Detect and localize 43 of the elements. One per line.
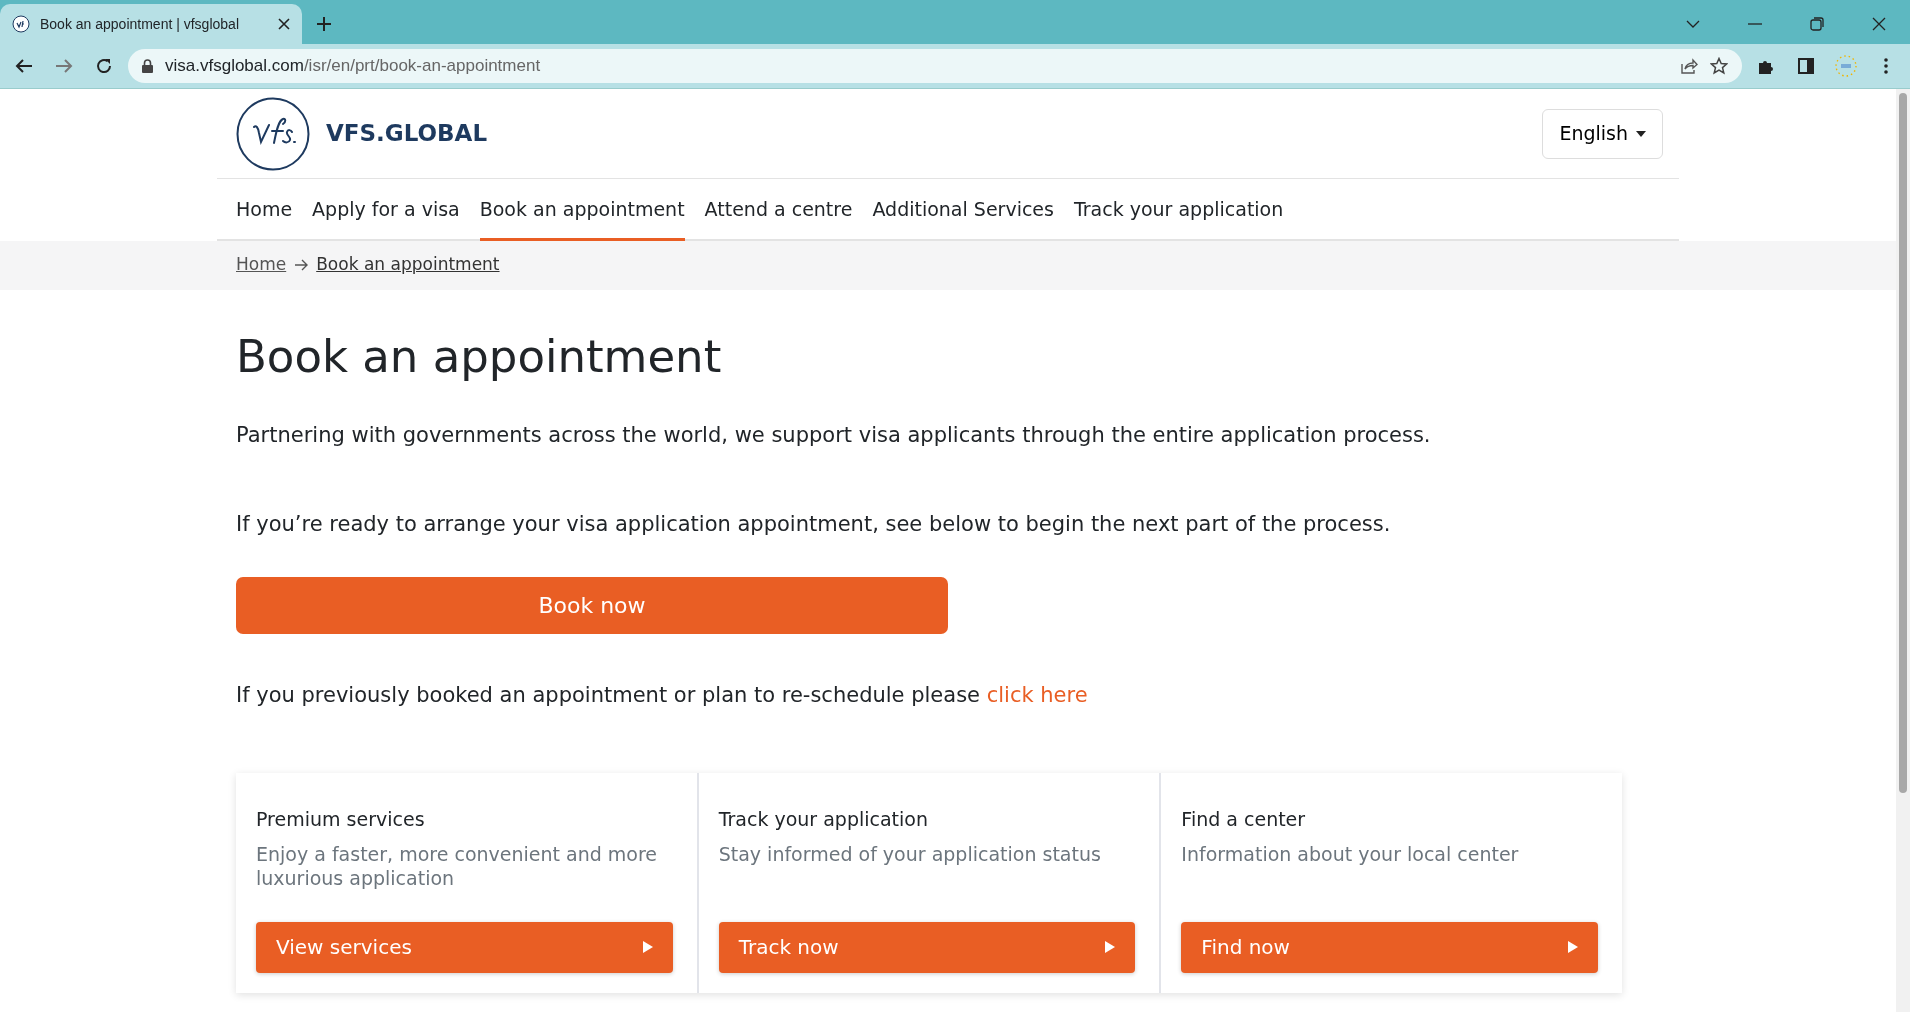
nav-link[interactable]: Additional Services	[872, 179, 1054, 241]
caret-down-icon	[1636, 130, 1646, 137]
side-panel-icon[interactable]	[1797, 57, 1815, 75]
reload-icon[interactable]	[95, 57, 113, 75]
lock-icon	[142, 59, 153, 73]
tab-title: Book an appointment | vfsglobal	[40, 14, 240, 34]
card-description: Enjoy a faster, more convenient and more luxurious application	[256, 841, 659, 892]
card-title: Find a center	[1181, 807, 1307, 832]
nav-link[interactable]: Track your application	[1073, 179, 1284, 241]
nav-link[interactable]: Home	[236, 179, 293, 241]
logo-text: VFS.GLOBAL	[326, 119, 488, 149]
language-dropdown[interactable]: English	[1542, 108, 1663, 159]
arrow-right-icon	[294, 259, 309, 271]
scrollbar[interactable]	[1896, 89, 1910, 1012]
url-text: visa.vfsglobal.com/isr/en/prt/book-an-appointment	[165, 55, 542, 78]
card-title: Premium services	[256, 807, 426, 832]
close-icon[interactable]	[278, 18, 290, 30]
lead-text: If you’re ready to arrange your visa application appointment, see below to begin the next part of the process.	[236, 511, 1392, 538]
browser-tab[interactable]: Book an appointment | vfsglobal	[0, 4, 302, 44]
play-icon	[1105, 941, 1116, 953]
breadcrumb-link[interactable]: Book an appointment	[316, 252, 500, 278]
page-title: Book an appointment	[236, 329, 723, 384]
address-bar[interactable]: visa.vfsglobal.com/isr/en/prt/book-an-appointment	[128, 49, 1742, 83]
nav-link[interactable]: Apply for a visa	[312, 179, 460, 241]
share-icon[interactable]	[1680, 57, 1698, 75]
back-arrow-icon[interactable]	[15, 57, 33, 75]
forward-arrow-icon[interactable]	[55, 57, 73, 75]
close-icon[interactable]	[1872, 17, 1886, 31]
play-icon	[642, 941, 653, 953]
card-title: Track your application	[718, 807, 929, 832]
star-icon[interactable]	[1710, 57, 1728, 75]
chevron-down-icon[interactable]	[1686, 20, 1700, 28]
circle-logo-icon	[236, 96, 310, 171]
card-description: Information about your local center	[1181, 841, 1520, 867]
new-tab-icon[interactable]	[316, 16, 332, 32]
restore-icon[interactable]	[1810, 17, 1824, 31]
intro-text: Partnering with governments across the world, we support visa applicants through the entire application process.	[236, 421, 1432, 449]
card-description: Stay informed of your application status	[718, 841, 1102, 867]
breadcrumb-link[interactable]: Home	[236, 252, 287, 278]
play-icon	[1568, 941, 1578, 953]
reschedule-text: If you previously booked an appointment or plan to re-schedule please click here	[236, 681, 1089, 709]
nav-link[interactable]: Attend a centre	[704, 179, 853, 241]
site-favicon-icon	[12, 15, 30, 33]
